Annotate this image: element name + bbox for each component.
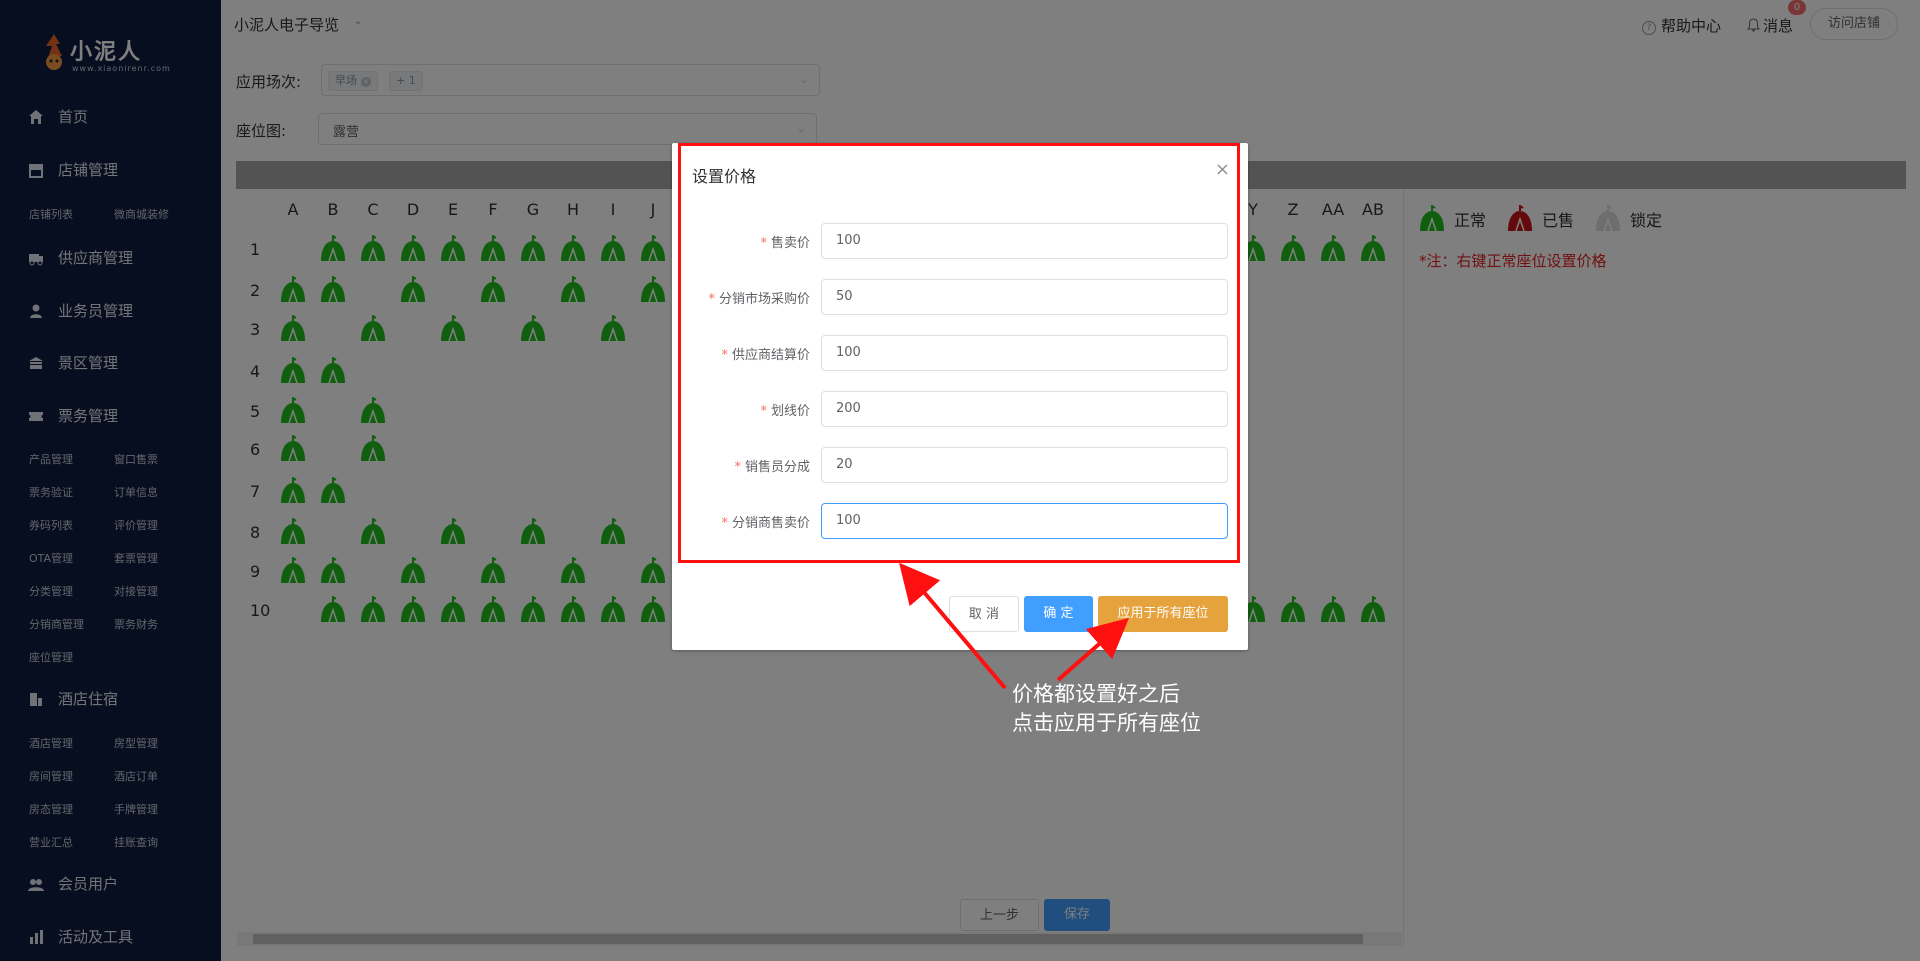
arrow-to-form xyxy=(899,562,1007,690)
arrow-to-apply-button xyxy=(1056,617,1130,682)
annotation-line-1: 价格都设置好之后 xyxy=(1012,682,1180,706)
annotation-arrows xyxy=(899,562,1130,690)
annotation-text: 价格都设置好之后 点击应用于所有座位 xyxy=(1012,680,1201,738)
annotation-line-2: 点击应用于所有座位 xyxy=(1012,711,1201,735)
